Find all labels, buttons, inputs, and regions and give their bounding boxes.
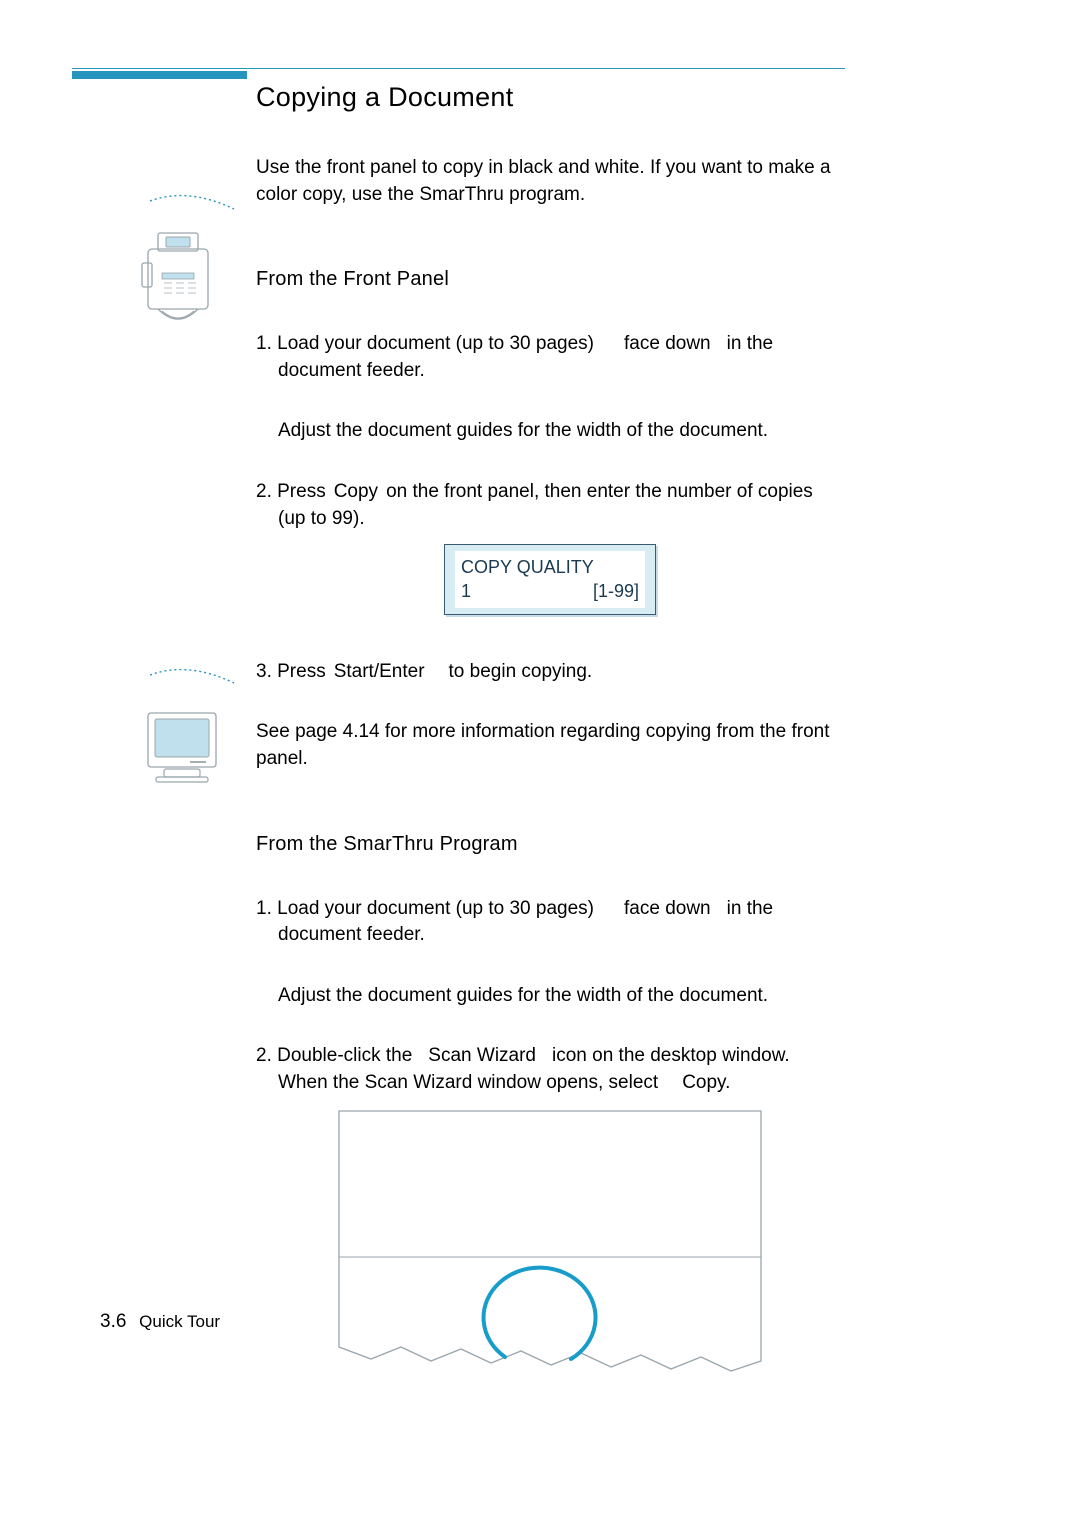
section1-step1: 1. Load your document (up to 30 pages) fa… xyxy=(256,331,844,384)
step1-text-a: 1. Load your document (up to 30 pages) xyxy=(256,333,594,354)
page-footer: 3.6 Quick Tour xyxy=(100,1311,220,1333)
section1-step2: 2. PressCopyon the front panel, then ent… xyxy=(256,479,844,532)
page-title: Copying a Document xyxy=(256,82,844,113)
s1s3-a: 3. Press xyxy=(256,661,326,682)
section1-step1-sub: Adjust the document guides for the width… xyxy=(256,418,844,445)
s2s1-b: face down xyxy=(624,898,711,919)
section1-step3: 3. Press Start/Enter to begin copying. xyxy=(256,659,844,686)
s2s2-e: . xyxy=(725,1072,730,1093)
lcd-line2-right: [1-99] xyxy=(593,579,639,603)
header-accent-bar xyxy=(72,71,247,79)
s1s3-b: Start/Enter xyxy=(334,661,425,682)
fax-machine-icon xyxy=(128,193,238,343)
section2-step1: 1. Load your document (up to 30 pages) fa… xyxy=(256,896,844,949)
section1-note: See page 4.14 for more information regar… xyxy=(256,719,844,772)
page-number: 3.6 xyxy=(100,1311,126,1332)
section2-step1-sub: Adjust the document guides for the width… xyxy=(256,983,844,1010)
footer-section: Quick Tour xyxy=(139,1312,220,1331)
s2s2-d: Copy xyxy=(682,1072,725,1093)
section1-title: From the Front Panel xyxy=(256,268,844,291)
s2s2-a: 2. Double-click the xyxy=(256,1045,412,1066)
s1s2-b: Copy xyxy=(334,481,378,502)
section2-title: From the SmarThru Program xyxy=(256,833,844,856)
computer-monitor-icon xyxy=(128,669,238,799)
scan-wizard-figure xyxy=(335,1107,765,1387)
section2-step2: 2. Double-click theScan Wizardicon on th… xyxy=(256,1043,844,1096)
s1s3-c: to begin copying. xyxy=(449,661,593,682)
s1s2-a: 2. Press xyxy=(256,481,326,502)
step1-emph: face down xyxy=(624,333,711,354)
page-top-rule xyxy=(72,68,845,69)
s2s2-b: Scan Wizard xyxy=(428,1045,536,1066)
lcd-line1: COPY QUALITY xyxy=(461,555,639,579)
lcd-line2-left: 1 xyxy=(461,579,471,603)
lcd-display: COPY QUALITY 1 [1-99] xyxy=(256,544,844,615)
main-content: Copying a Document Use the front panel t… xyxy=(256,82,844,1387)
intro-paragraph: Use the front panel to copy in black and… xyxy=(256,155,844,208)
s2s1-a: 1. Load your document (up to 30 pages) xyxy=(256,898,594,919)
